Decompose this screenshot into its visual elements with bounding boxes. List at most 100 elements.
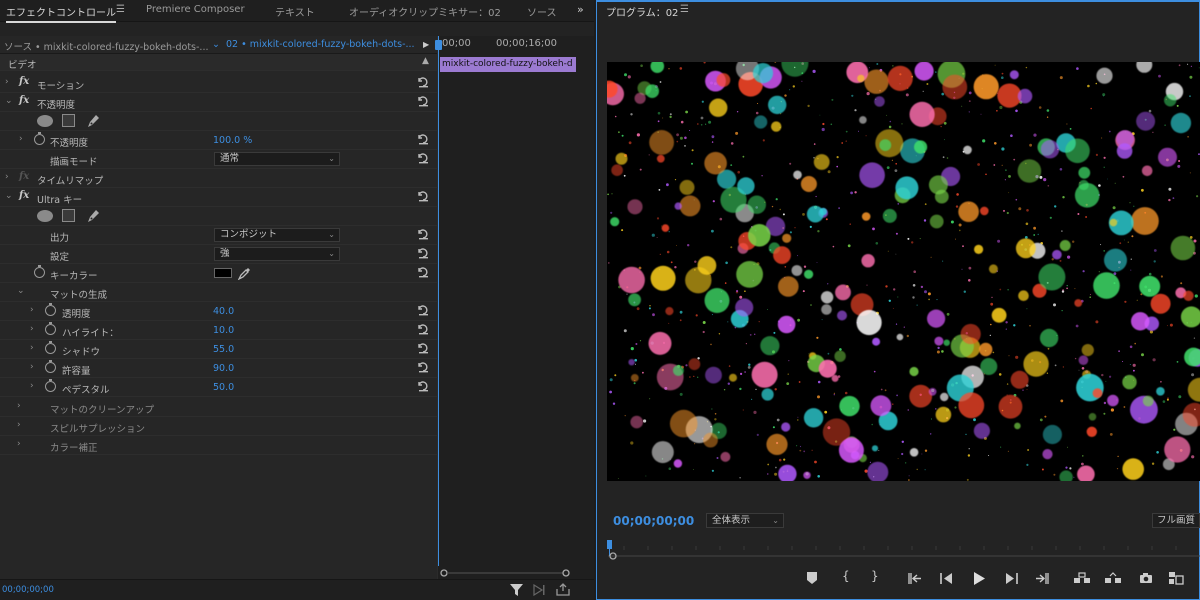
button-editor-icon[interactable] [1168,571,1184,585]
opacity-value[interactable]: 100.0 % [213,135,252,146]
effect-opacity-row[interactable]: ⌄ fx 不透明度 [0,93,437,112]
program-video-frame[interactable] [607,62,1200,481]
reset-icon[interactable] [417,247,429,259]
step-back-icon[interactable] [940,573,953,584]
output-dropdown[interactable]: コンポジット ⌄ [214,228,340,242]
panel-menu-icon[interactable]: ☰ [116,4,125,15]
sequence-chevron-icon[interactable]: ⌄ [212,39,220,50]
reset-icon[interactable] [417,228,429,240]
tab-effect-controls[interactable]: エフェクトコントロール [6,4,116,23]
export-frame-icon[interactable] [1139,572,1153,584]
matte-cleanup-row[interactable]: › マットのクリーンアップ [0,398,437,417]
program-timecode[interactable]: 00;00;00;00 [613,514,694,528]
filter-icon[interactable] [510,584,523,596]
chevron-down-icon[interactable]: ⌄ [5,191,13,201]
chevron-right-icon[interactable]: › [30,324,34,334]
ellipse-mask-icon[interactable] [37,210,53,222]
stopwatch-icon[interactable] [45,360,56,373]
chevron-right-icon[interactable]: › [30,362,34,372]
add-marker-icon[interactable] [806,571,818,585]
zoom-level-dropdown[interactable]: 全体表示 ⌄ [706,513,784,528]
shadow-value[interactable]: 55.0 [213,344,234,355]
chevron-right-icon[interactable]: › [17,401,21,411]
ellipse-mask-icon[interactable] [37,115,53,127]
chevron-down-icon[interactable]: ⌄ [17,286,25,296]
pen-mask-icon[interactable] [86,208,100,224]
transparency-value[interactable]: 40.0 [213,306,234,317]
spill-suppression-row[interactable]: › スピルサプレッション [0,417,437,436]
reset-icon[interactable] [417,95,429,107]
reset-icon[interactable] [417,342,429,354]
go-to-in-icon[interactable] [908,573,922,584]
tolerance-value[interactable]: 90.0 [213,363,234,374]
chevron-right-icon[interactable]: › [17,420,21,430]
playhead-handle[interactable] [435,40,442,50]
sequence-clip-label[interactable]: 02 • mixkit-colored-fuzzy-bokeh-dots-... [226,39,415,50]
current-timecode[interactable]: 00;00;00;00 [2,585,54,595]
chevron-down-icon[interactable]: ⌄ [5,96,13,106]
chevron-right-icon[interactable]: › [30,381,34,391]
go-to-out-icon[interactable] [1035,573,1049,584]
key-color-swatch[interactable] [214,268,232,278]
export-icon[interactable] [556,583,570,596]
collapse-up-icon[interactable]: ▲ [422,56,429,66]
overflow-tabs-icon[interactable]: » [577,3,584,16]
tab-premiere-composer[interactable]: Premiere Composer [146,4,245,15]
reset-icon[interactable] [417,190,429,202]
tab-audio-clip-mixer[interactable]: オーディオクリップミキサー：02 [349,4,501,19]
chevron-right-icon[interactable]: › [30,343,34,353]
mark-in-icon[interactable]: { [842,569,850,583]
chevron-right-icon[interactable]: › [5,172,9,182]
reset-icon[interactable] [417,304,429,316]
program-menu-icon[interactable]: ☰ [680,4,689,15]
timeline-scrollbar[interactable] [440,569,570,577]
rectangle-mask-icon[interactable] [62,209,75,222]
fx-icon[interactable]: fx [19,190,29,201]
reset-icon[interactable] [417,266,429,278]
chevron-right-icon[interactable]: › [5,77,9,87]
program-time-ruler[interactable] [604,538,1200,562]
play-audio-icon[interactable] [533,584,547,596]
highlight-value[interactable]: 10.0 [213,325,234,336]
color-correction-row[interactable]: › カラー補正 [0,436,437,455]
mark-out-icon[interactable]: } [871,569,879,583]
rectangle-mask-icon[interactable] [62,114,75,127]
eyedropper-icon[interactable] [238,267,251,280]
reset-icon[interactable] [417,361,429,373]
reset-icon[interactable] [417,133,429,145]
stopwatch-icon[interactable] [34,132,45,145]
stopwatch-icon[interactable] [45,303,56,316]
stopwatch-icon[interactable] [45,322,56,335]
timeline-playhead[interactable] [435,36,442,566]
lift-icon[interactable] [1073,572,1091,584]
step-forward-icon[interactable] [1005,573,1018,584]
tab-text[interactable]: テキスト [275,4,315,19]
playback-quality-dropdown[interactable]: フル画質 [1152,513,1200,528]
play-clip-icon[interactable]: ▶ [423,40,429,49]
reset-icon[interactable] [417,323,429,335]
stopwatch-icon[interactable] [45,341,56,354]
chevron-right-icon[interactable]: › [17,439,21,449]
chevron-right-icon[interactable]: › [19,134,23,144]
timeline-clip[interactable]: mixkit-colored-fuzzy-bokeh-d [440,57,576,72]
play-icon[interactable] [973,572,985,585]
tab-program[interactable]: プログラム：02 [606,4,678,19]
setting-dropdown[interactable]: 強 ⌄ [214,247,340,261]
stopwatch-icon[interactable] [34,265,45,278]
effect-time-remap-row[interactable]: › fx タイムリマップ [0,169,437,188]
blend-mode-dropdown[interactable]: 通常 ⌄ [214,152,340,166]
extract-icon[interactable] [1104,572,1122,584]
reset-icon[interactable] [417,76,429,88]
effect-motion-row[interactable]: › fx モーション [0,74,437,93]
matte-generation-row[interactable]: ⌄ マットの生成 [0,283,437,302]
reset-icon[interactable] [417,380,429,392]
stopwatch-icon[interactable] [45,379,56,392]
chevron-right-icon[interactable]: › [30,305,34,315]
pedestal-value[interactable]: 50.0 [213,382,234,393]
effect-ultra-key-row[interactable]: ⌄ fx Ultra キー [0,188,437,207]
source-clip-label[interactable]: ソース • mixkit-colored-fuzzy-bokeh-dots-..… [4,39,209,53]
fx-icon[interactable]: fx [19,95,29,106]
pen-mask-icon[interactable] [86,113,100,129]
fx-icon[interactable]: fx [19,76,29,87]
reset-icon[interactable] [417,152,429,164]
